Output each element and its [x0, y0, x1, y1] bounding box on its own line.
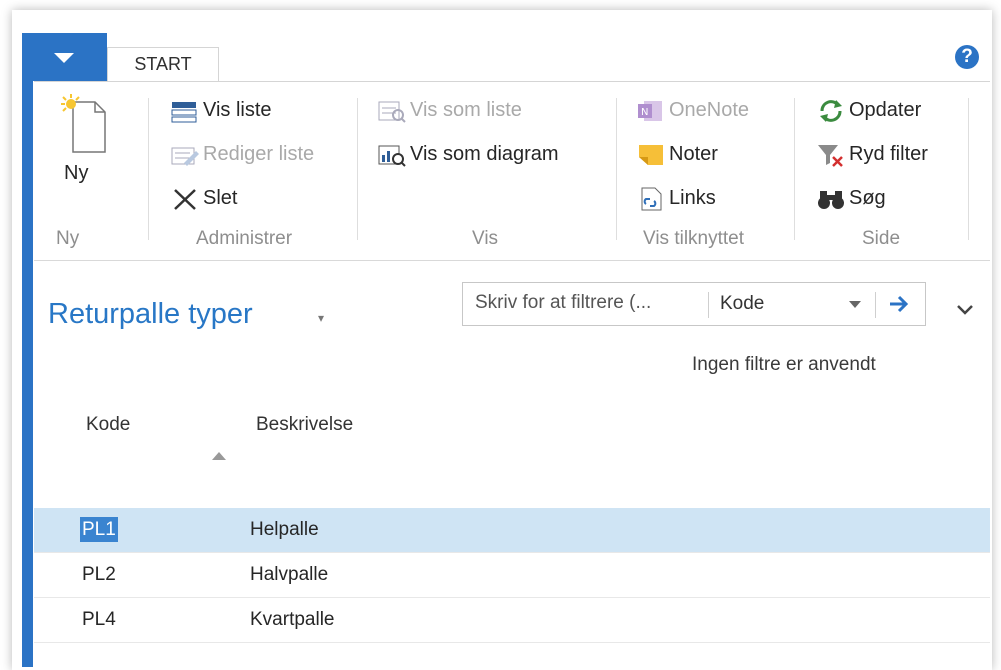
code-cell[interactable]: PL1	[80, 517, 118, 542]
table-row[interactable]: PL4 Kvartpalle	[34, 598, 990, 643]
rediger-liste-button[interactable]: Rediger liste	[170, 139, 314, 169]
column-header-description[interactable]: Beskrivelse	[256, 414, 353, 436]
opdater-button[interactable]: Opdater	[816, 95, 921, 125]
chevron-down-icon[interactable]	[849, 301, 861, 309]
edit-list-icon	[171, 147, 199, 166]
sort-ascending-icon	[212, 452, 226, 460]
slet-label: Slet	[203, 187, 238, 209]
filter-bar: Skriv for at filtrere (... Kode	[462, 282, 926, 326]
noter-button[interactable]: Noter	[636, 139, 718, 169]
link-icon	[641, 187, 662, 211]
group-label-ny: Ny	[56, 228, 80, 249]
vis-som-liste-button[interactable]: Vis som liste	[377, 95, 522, 125]
vis-liste-label: Vis liste	[203, 99, 272, 121]
vis-som-liste-label: Vis som liste	[410, 99, 522, 121]
onenote-icon: N	[638, 100, 662, 121]
sog-label: Søg	[849, 187, 886, 209]
ribbon: Ny Ny Vis liste Rediger liste Slet Admin…	[34, 81, 990, 261]
slet-button[interactable]: Slet	[170, 183, 237, 213]
help-icon[interactable]: ?	[955, 45, 979, 69]
onenote-label: OneNote	[669, 99, 750, 121]
list-view-icon	[171, 101, 197, 123]
group-label-side: Side	[862, 228, 901, 249]
application-menu-button[interactable]	[22, 33, 107, 81]
description-cell[interactable]: Kvartpalle	[250, 609, 335, 631]
group-separator	[357, 98, 358, 240]
description-cell[interactable]: Helpalle	[250, 519, 319, 541]
chevron-down-icon	[54, 53, 74, 63]
description-cell[interactable]: Halvpalle	[250, 564, 328, 586]
code-cell[interactable]: PL2	[82, 564, 116, 586]
note-icon	[639, 144, 663, 165]
delete-x-icon	[174, 188, 196, 210]
links-label: Links	[669, 187, 716, 209]
filter-input[interactable]: Skriv for at filtrere (...	[475, 292, 651, 314]
new-document-icon	[61, 94, 106, 153]
group-separator	[968, 98, 969, 240]
ryd-filter-button[interactable]: Ryd filter	[816, 139, 928, 169]
clear-filter-icon	[818, 144, 843, 167]
opdater-label: Opdater	[849, 99, 922, 121]
list-page: Returpalle typer ▾ Skriv for at filtrere…	[34, 262, 990, 667]
filter-separator	[708, 292, 709, 318]
svg-text:N: N	[641, 107, 648, 118]
code-cell[interactable]: PL4	[82, 609, 116, 631]
table-row[interactable]: PL1 Helpalle	[34, 508, 990, 553]
column-header-code[interactable]: Kode	[86, 414, 130, 436]
arrow-right-icon[interactable]	[888, 294, 910, 314]
new-button[interactable]: Ny	[54, 92, 114, 212]
sog-button[interactable]: Søg	[816, 183, 886, 213]
onenote-button[interactable]: N OneNote	[636, 95, 749, 125]
refresh-icon	[820, 99, 842, 122]
ryd-filter-label: Ryd filter	[849, 143, 928, 165]
title-dropdown-icon[interactable]: ▾	[318, 311, 324, 325]
show-as-chart-icon	[378, 145, 406, 167]
group-separator	[148, 98, 149, 240]
vis-som-diagram-label: Vis som diagram	[410, 143, 559, 165]
show-as-list-icon	[378, 101, 406, 123]
group-label-vis: Vis	[472, 228, 499, 249]
tab-start[interactable]: START	[107, 47, 219, 81]
page-title[interactable]: Returpalle typer	[48, 298, 253, 331]
expand-filter-icon[interactable]	[956, 304, 974, 316]
noter-label: Noter	[669, 143, 718, 165]
filter-status: Ingen filtre er anvendt	[692, 354, 876, 375]
vis-som-diagram-button[interactable]: Vis som diagram	[377, 139, 559, 169]
window-accent-bar	[22, 81, 33, 667]
group-label-vis-tilknyttet: Vis tilknyttet	[643, 228, 745, 249]
filter-separator	[875, 292, 876, 318]
links-button[interactable]: Links	[636, 183, 716, 213]
binoculars-icon	[818, 190, 844, 209]
filter-field-select[interactable]: Kode	[720, 293, 764, 315]
group-label-administrer: Administrer	[196, 228, 293, 249]
rediger-liste-label: Rediger liste	[203, 143, 315, 165]
group-separator	[616, 98, 617, 240]
table-row[interactable]: PL2 Halvpalle	[34, 553, 990, 598]
vis-liste-button[interactable]: Vis liste	[170, 95, 272, 125]
new-button-label: Ny	[64, 162, 89, 184]
group-separator	[794, 98, 795, 240]
ribbon-tab-bar: START ?	[22, 33, 990, 81]
